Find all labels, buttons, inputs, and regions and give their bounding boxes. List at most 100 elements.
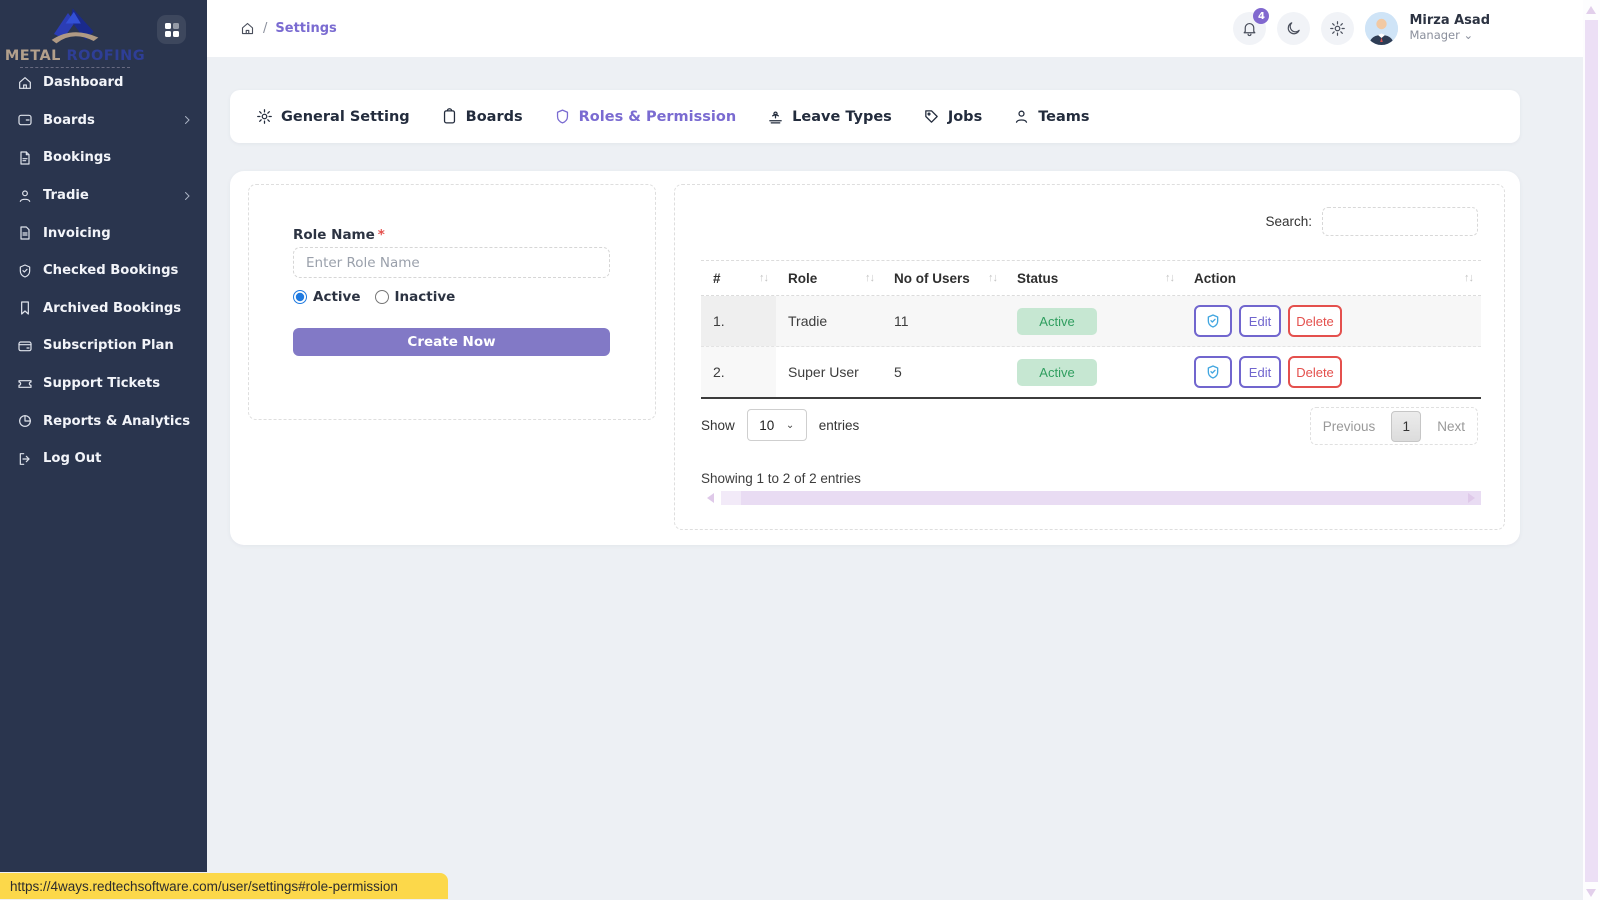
row-role: Tradie — [776, 296, 882, 346]
row-actions: Edit Delete — [1194, 356, 1342, 388]
sidebar-item-log-out[interactable]: Log Out — [0, 440, 207, 478]
notifications-button[interactable]: 4 — [1233, 12, 1266, 45]
sidebar-item-label: Archived Bookings — [43, 301, 181, 316]
column-header-users[interactable]: No of Users↑↓ — [882, 261, 1005, 295]
sidebar-toggle-button[interactable] — [157, 15, 186, 44]
sidebar-item-label: Bookings — [43, 150, 111, 165]
person-icon — [1013, 108, 1030, 125]
role-name-label: Role Name* — [293, 227, 385, 243]
sidebar-item-subscription-plan[interactable]: Subscription Plan — [0, 327, 207, 365]
dark-mode-button[interactable] — [1277, 12, 1310, 45]
wallet-icon — [17, 338, 33, 354]
logo-text: METAL ROOFING — [0, 48, 150, 64]
home-icon — [17, 75, 33, 91]
chevron-down-icon: ⌄ — [786, 420, 794, 431]
column-header-status[interactable]: Status↑↓ — [1005, 261, 1182, 295]
row-index: 1. — [701, 296, 776, 346]
ticket-icon — [17, 376, 33, 392]
sidebar-item-tradie[interactable]: Tradie — [0, 177, 207, 215]
tab-boards[interactable]: Boards — [441, 108, 523, 125]
sidebar-item-bookings[interactable]: Bookings — [0, 139, 207, 177]
breadcrumb-home-icon[interactable] — [240, 21, 255, 36]
row-index: 2. — [701, 347, 776, 397]
entries-label: entries — [819, 418, 860, 433]
user-menu[interactable]: Mirza Asad Manager ⌄ — [1409, 14, 1490, 42]
logout-icon — [17, 451, 33, 467]
pagination: Previous 1 Next — [1310, 407, 1478, 445]
vertical-scrollbar[interactable] — [1583, 0, 1600, 900]
sidebar-item-invoicing[interactable]: Invoicing — [0, 214, 207, 252]
scroll-left-arrow-icon[interactable] — [707, 493, 714, 503]
sidebar-nav: Dashboard Boards Bookings Tradie Invoici… — [0, 64, 207, 478]
sidebar-item-label: Support Tickets — [43, 376, 160, 391]
radio-active-input[interactable] — [293, 290, 307, 304]
column-header-index[interactable]: #↑↓ — [701, 261, 776, 295]
scrollbar-track[interactable] — [721, 491, 1461, 505]
delete-button[interactable]: Delete — [1288, 356, 1342, 388]
shield-check-icon — [1205, 313, 1221, 329]
shield-icon — [554, 108, 571, 125]
sidebar-item-label: Log Out — [43, 451, 101, 466]
settings-button[interactable] — [1321, 12, 1354, 45]
horizontal-scrollbar[interactable] — [701, 491, 1481, 505]
app-root: METAL ROOFING Dashboard Boards — [0, 0, 1600, 900]
table-row: 1. Tradie 11 Active Edit Delete — [701, 296, 1481, 347]
sidebar-item-archived-bookings[interactable]: Archived Bookings — [0, 290, 207, 328]
clipboard-icon — [441, 108, 458, 125]
scrollbar-thumb[interactable] — [741, 491, 1481, 505]
row-role: Super User — [776, 347, 882, 397]
chevron-right-icon — [181, 114, 193, 126]
roles-table-panel: Search: #↑↓ Role↑↓ No of Users↑↓ Status↑… — [674, 184, 1505, 530]
chevron-right-icon — [181, 190, 193, 202]
required-asterisk: * — [378, 227, 385, 243]
tab-jobs[interactable]: Jobs — [923, 108, 982, 125]
scrollbar-thumb[interactable] — [1585, 20, 1598, 882]
permissions-button[interactable] — [1194, 356, 1232, 388]
edit-button[interactable]: Edit — [1239, 305, 1281, 337]
sort-icon: ↑↓ — [865, 272, 874, 284]
scroll-down-arrow-icon[interactable] — [1586, 889, 1596, 897]
moon-icon — [1285, 20, 1302, 37]
sidebar-item-checked-bookings[interactable]: Checked Bookings — [0, 252, 207, 290]
top-header: / Settings 4 — [207, 0, 1600, 57]
previous-page-button[interactable]: Previous — [1323, 419, 1376, 434]
tab-general-setting[interactable]: General Setting — [256, 108, 410, 125]
radio-inactive-input[interactable] — [375, 290, 389, 304]
sidebar-item-reports-analytics[interactable]: Reports & Analytics — [0, 402, 207, 440]
delete-button[interactable]: Delete — [1288, 305, 1342, 337]
radio-inactive[interactable]: Inactive — [375, 289, 456, 305]
tab-label: Teams — [1038, 109, 1089, 125]
column-header-role[interactable]: Role↑↓ — [776, 261, 882, 295]
breadcrumb-current[interactable]: Settings — [275, 21, 336, 36]
sidebar-item-dashboard[interactable]: Dashboard — [0, 64, 207, 102]
table-length-menu: Show 10 ⌄ entries — [701, 409, 859, 441]
page-number-button[interactable]: 1 — [1391, 411, 1421, 442]
tab-roles-permission[interactable]: Roles & Permission — [554, 108, 737, 125]
column-header-action[interactable]: Action↑↓ — [1182, 261, 1481, 295]
tab-teams[interactable]: Teams — [1013, 108, 1089, 125]
tab-label: Jobs — [948, 109, 982, 125]
create-now-button[interactable]: Create Now — [293, 328, 610, 356]
sort-icon: ↑↓ — [988, 272, 997, 284]
shield-check-icon — [1205, 364, 1221, 380]
app-logo[interactable]: METAL ROOFING — [0, 6, 150, 71]
sidebar-item-support-tickets[interactable]: Support Tickets — [0, 365, 207, 403]
next-page-button[interactable]: Next — [1437, 419, 1465, 434]
edit-button[interactable]: Edit — [1239, 356, 1281, 388]
pie-chart-icon — [17, 413, 33, 429]
page-size-select[interactable]: 10 ⌄ — [747, 409, 807, 441]
tag-icon — [923, 108, 940, 125]
user-avatar[interactable] — [1365, 12, 1398, 45]
permissions-button[interactable] — [1194, 305, 1232, 337]
role-name-input[interactable] — [293, 247, 610, 278]
scroll-up-arrow-icon[interactable] — [1586, 6, 1596, 14]
table-header-row: #↑↓ Role↑↓ No of Users↑↓ Status↑↓ Action… — [701, 260, 1481, 296]
search-input[interactable] — [1322, 207, 1478, 236]
tab-leave-types[interactable]: Leave Types — [767, 108, 892, 125]
status-badge: Active — [1017, 359, 1097, 386]
table-info-text: Showing 1 to 2 of 2 entries — [701, 471, 861, 486]
radio-active[interactable]: Active — [293, 289, 361, 305]
scroll-right-arrow-icon[interactable] — [1468, 493, 1475, 503]
document-icon — [17, 150, 33, 166]
sidebar-item-boards[interactable]: Boards — [0, 102, 207, 140]
